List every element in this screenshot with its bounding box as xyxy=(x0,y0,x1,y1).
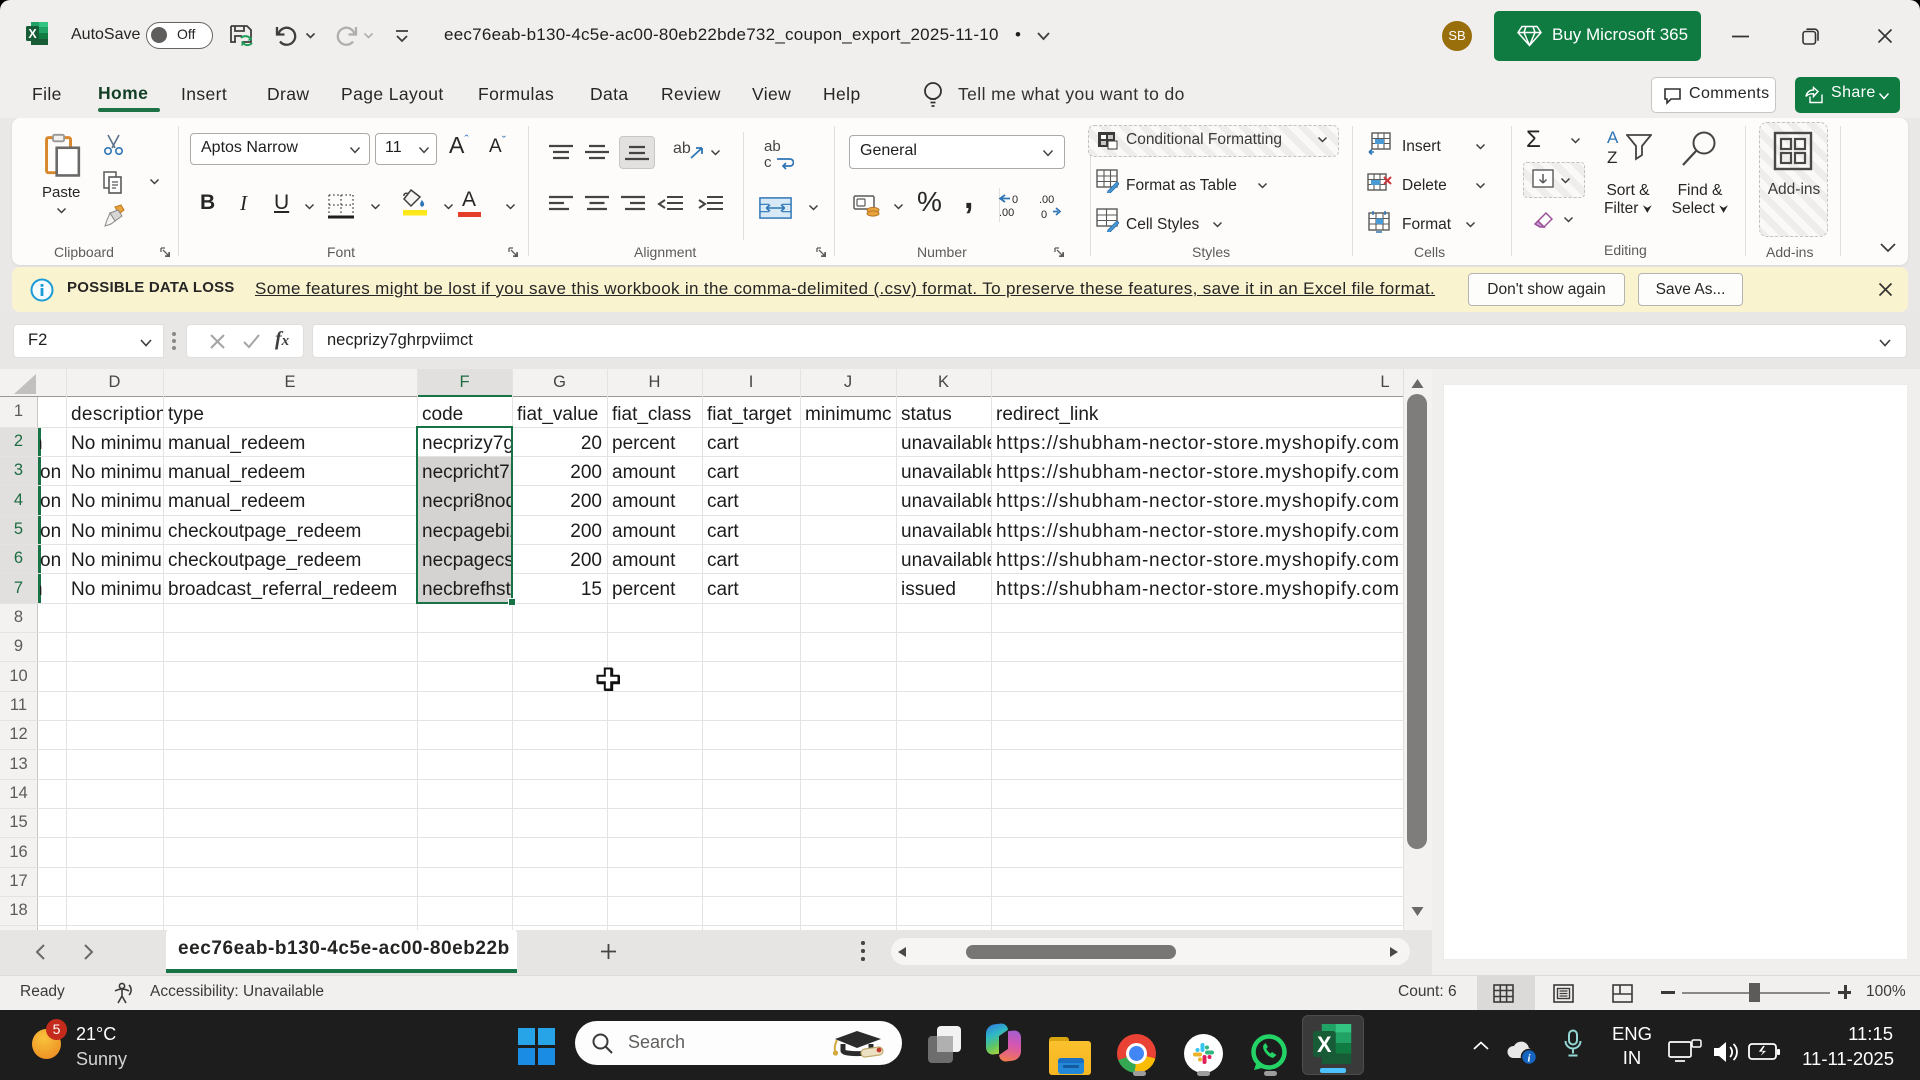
svg-text:X: X xyxy=(28,27,37,41)
svg-text:0: 0 xyxy=(1012,194,1018,206)
svg-text:0: 0 xyxy=(1041,209,1047,218)
svg-text:.00: .00 xyxy=(1039,194,1054,206)
svg-text:X: X xyxy=(1317,1032,1332,1057)
svg-text:.00: .00 xyxy=(999,207,1014,218)
